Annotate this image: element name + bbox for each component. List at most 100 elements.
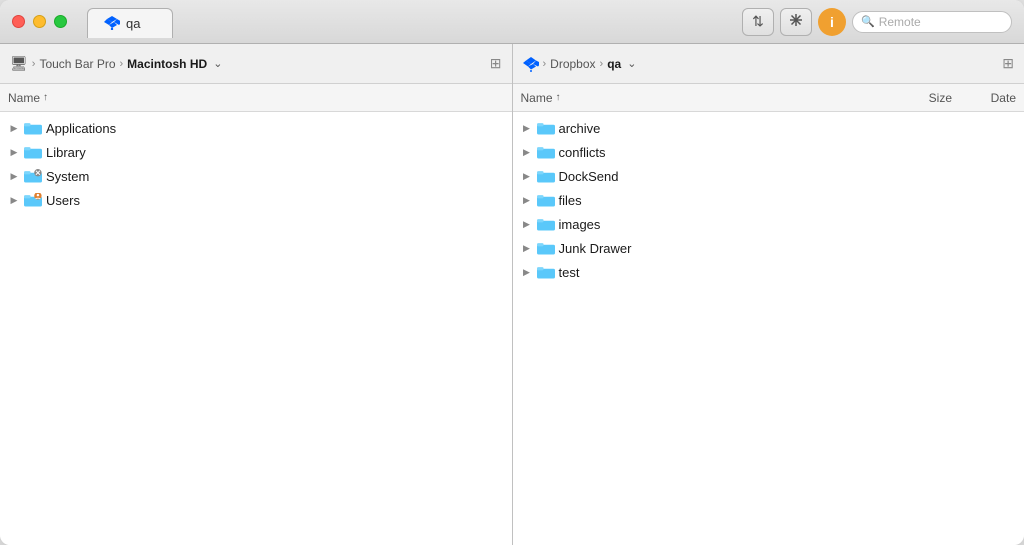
- file-name: System: [46, 169, 504, 184]
- breadcrumb-dropdown-icon[interactable]: ⌄: [627, 57, 636, 70]
- grid-view-icon[interactable]: ⊞: [1002, 55, 1014, 72]
- sync-icon: ⇅: [752, 13, 764, 30]
- breadcrumb-chevron-2: ›: [120, 58, 124, 70]
- sync-conflicts-button[interactable]: [780, 8, 812, 36]
- name-label: Name: [521, 91, 553, 105]
- breadcrumb-dropbox: Dropbox: [550, 57, 595, 71]
- file-size: [956, 121, 1016, 135]
- dropbox-icon: [104, 14, 120, 33]
- search-placeholder: Remote: [879, 15, 921, 29]
- right-pane-header: Name ↑ Size Date: [513, 84, 1024, 112]
- search-bar[interactable]: 🔍 Remote: [852, 11, 1012, 33]
- expand-arrow[interactable]: ▶: [521, 194, 533, 206]
- tab-area: qa: [75, 7, 734, 37]
- expand-arrow[interactable]: ▶: [521, 122, 533, 134]
- list-item[interactable]: ▶ DockSend: [513, 164, 1024, 188]
- file-size: [956, 265, 1016, 279]
- file-size: [956, 169, 1016, 183]
- list-item[interactable]: ▶ conflicts: [513, 140, 1024, 164]
- file-size: [956, 193, 1016, 207]
- file-name: conflicts: [559, 145, 953, 160]
- file-name: files: [559, 193, 953, 208]
- folder-icon: [537, 241, 555, 255]
- breadcrumb-chevron-2: ›: [600, 58, 604, 70]
- file-size: [956, 241, 1016, 255]
- folder-icon: [24, 145, 42, 159]
- breadcrumb-dropdown-icon[interactable]: ⌄: [213, 57, 222, 70]
- breadcrumb-qa: qa: [607, 57, 621, 71]
- tab-label: qa: [126, 16, 140, 31]
- expand-arrow[interactable]: ▶: [521, 146, 533, 158]
- right-file-list: ▶ archive ▶: [513, 112, 1024, 545]
- list-item[interactable]: ▶ System: [0, 164, 512, 188]
- right-pane: › Dropbox › qa ⌄ ⊞ Name ↑ Size Date: [513, 44, 1024, 545]
- toolbar-right: ⇅ i 🔍 Remote: [742, 8, 1012, 36]
- left-breadcrumb: 🖥 › Touch Bar Pro › Macintosh HD ⌄ ⊞: [0, 44, 512, 84]
- dropbox-drive-icon: [523, 55, 539, 72]
- expand-arrow[interactable]: ▶: [521, 218, 533, 230]
- file-name: DockSend: [559, 169, 953, 184]
- maximize-button[interactable]: [54, 15, 67, 28]
- titlebar: qa ⇅ i 🔍: [0, 0, 1024, 44]
- expand-arrow[interactable]: ▶: [521, 242, 533, 254]
- grid-view-icon[interactable]: ⊞: [490, 55, 502, 72]
- expand-arrow[interactable]: ▶: [8, 170, 20, 182]
- folder-icon: [537, 169, 555, 183]
- file-size: [956, 217, 1016, 231]
- main-content: 🖥 › Touch Bar Pro › Macintosh HD ⌄ ⊞ Nam…: [0, 44, 1024, 545]
- file-name: test: [559, 265, 953, 280]
- list-item[interactable]: ▶ Junk Drawer: [513, 236, 1024, 260]
- traffic-lights: [12, 15, 67, 28]
- left-pane-header: Name ↑: [0, 84, 512, 112]
- info-icon: i: [830, 14, 834, 30]
- expand-arrow[interactable]: ▶: [8, 122, 20, 134]
- size-column-header[interactable]: Size: [892, 91, 952, 105]
- list-item[interactable]: ▶ Applications: [0, 116, 512, 140]
- sync-button[interactable]: ⇅: [742, 8, 774, 36]
- info-button[interactable]: i: [818, 8, 846, 36]
- folder-icon: [24, 121, 42, 135]
- expand-arrow[interactable]: ▶: [521, 266, 533, 278]
- file-name: images: [559, 217, 953, 232]
- tab-qa[interactable]: qa: [87, 8, 173, 38]
- name-column-header[interactable]: Name ↑: [521, 91, 889, 105]
- size-label: Size: [929, 91, 952, 105]
- list-item[interactable]: ▶ Users: [0, 188, 512, 212]
- expand-arrow[interactable]: ▶: [8, 194, 20, 206]
- list-item[interactable]: ▶ files: [513, 188, 1024, 212]
- name-label: Name: [8, 91, 40, 105]
- folder-icon: [537, 217, 555, 231]
- list-item[interactable]: ▶ archive: [513, 116, 1024, 140]
- list-item[interactable]: ▶ test: [513, 260, 1024, 284]
- sort-arrow: ↑: [43, 92, 48, 103]
- file-name: Users: [46, 193, 504, 208]
- minimize-button[interactable]: [33, 15, 46, 28]
- finder-window: qa ⇅ i 🔍: [0, 0, 1024, 545]
- left-pane: 🖥 › Touch Bar Pro › Macintosh HD ⌄ ⊞ Nam…: [0, 44, 513, 545]
- file-name: Junk Drawer: [559, 241, 953, 256]
- file-name: archive: [559, 121, 953, 136]
- folder-icon: [537, 265, 555, 279]
- file-name: Applications: [46, 121, 504, 136]
- breadcrumb-chevron-1: ›: [32, 58, 36, 70]
- name-column-header[interactable]: Name ↑: [8, 91, 504, 105]
- star-icon: [788, 12, 804, 31]
- date-column-header[interactable]: Date: [956, 91, 1016, 105]
- expand-arrow[interactable]: ▶: [521, 170, 533, 182]
- hd-icon: 🖥: [10, 55, 28, 72]
- folder-icon: [24, 193, 42, 207]
- breadcrumb-macintoshhd: Macintosh HD: [127, 57, 207, 71]
- list-item[interactable]: ▶ Library: [0, 140, 512, 164]
- sort-arrow: ↑: [556, 92, 561, 103]
- date-label: Date: [991, 91, 1016, 105]
- close-button[interactable]: [12, 15, 25, 28]
- list-item[interactable]: ▶ images: [513, 212, 1024, 236]
- search-icon: 🔍: [861, 15, 875, 28]
- left-file-list: ▶ Applications ▶: [0, 112, 512, 545]
- expand-arrow[interactable]: ▶: [8, 146, 20, 158]
- breadcrumb-chevron-1: ›: [543, 58, 547, 70]
- file-size: [956, 145, 1016, 159]
- folder-icon: [537, 121, 555, 135]
- folder-icon: [24, 169, 42, 183]
- right-breadcrumb: › Dropbox › qa ⌄ ⊞: [513, 44, 1024, 84]
